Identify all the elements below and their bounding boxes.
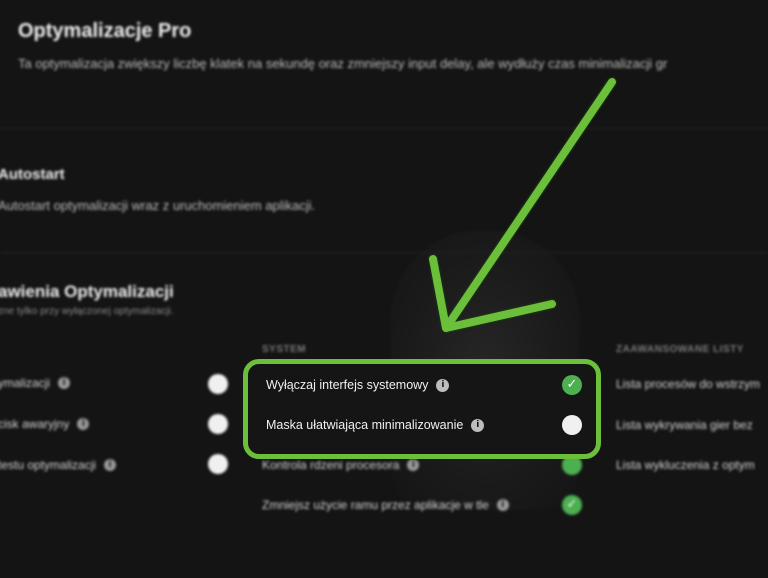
highlighted-options: Wyłączaj interfejs systemowy i ✓ Maska u…	[243, 359, 601, 459]
system-item-label: Maska ułatwiająca minimalizowanie	[266, 418, 464, 432]
system-item-label: Wyłączaj interfejs systemowy	[266, 378, 429, 392]
system-item-toggle[interactable]	[562, 415, 582, 435]
system-item-disable-ui: Wyłączaj interfejs systemowy i	[266, 378, 450, 392]
arrow-down-left-icon	[427, 76, 618, 334]
info-icon[interactable]: i	[436, 378, 450, 392]
system-item-toggle[interactable]: ✓	[562, 375, 582, 395]
system-item-minimize-mask: Maska ułatwiająca minimalizowanie i	[266, 418, 485, 432]
info-icon[interactable]: i	[471, 418, 485, 432]
